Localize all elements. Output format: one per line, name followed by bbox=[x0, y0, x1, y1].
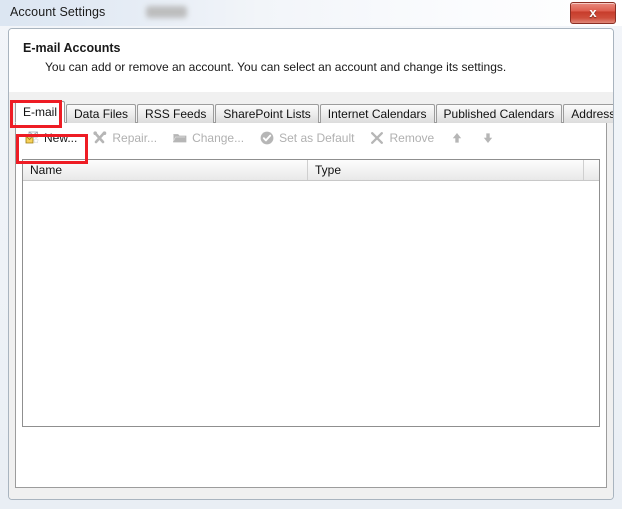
dialog-body: E-mail Data Files RSS Feeds SharePoint List… bbox=[9, 91, 613, 499]
tab-internet-calendars[interactable]: Internet Calendars bbox=[319, 104, 435, 123]
close-window-button[interactable]: x bbox=[570, 2, 616, 24]
toolbar-set-as-default-button: Set as Default bbox=[255, 126, 361, 150]
column-header-type[interactable]: Type bbox=[308, 160, 584, 180]
account-settings-window: Account Settings x E-mail Accounts You c… bbox=[0, 0, 622, 509]
tab-strip: E-mail Data Files RSS Feeds SharePoint List… bbox=[15, 101, 613, 123]
accounts-toolbar: New... Repair... Change... Set as Default Re… bbox=[16, 123, 606, 153]
dialog-header: E-mail Accounts You can add or remove an… bbox=[9, 29, 613, 91]
new-email-icon bbox=[24, 130, 40, 146]
column-header-spacer bbox=[584, 160, 599, 180]
dialog-footer: Close bbox=[9, 490, 613, 499]
accounts-table-header: Name Type bbox=[23, 160, 599, 181]
column-header-name[interactable]: Name bbox=[23, 160, 308, 180]
accounts-table-body[interactable] bbox=[23, 181, 599, 426]
toolbar-new-label: New... bbox=[44, 131, 78, 145]
tab-published-calendars[interactable]: Published Calendars bbox=[435, 104, 563, 123]
email-tab-panel: New... Repair... Change... Set as Default Re… bbox=[15, 122, 607, 488]
accounts-list-panel[interactable]: Name Type bbox=[22, 159, 600, 427]
move-down-arrow-icon bbox=[480, 130, 496, 146]
tab-e-mail[interactable]: E-mail bbox=[15, 101, 66, 123]
page-title: E-mail Accounts bbox=[23, 41, 121, 55]
toolbar-remove-label: Remove bbox=[389, 131, 435, 145]
toolbar-change-label: Change... bbox=[192, 131, 245, 145]
toolbar-set-as-default-label: Set as Default bbox=[279, 131, 355, 145]
toolbar-move-up-arrow-button bbox=[445, 126, 472, 150]
tab-address-books[interactable]: Address Books bbox=[563, 104, 613, 123]
window-title-bar: Account Settings x bbox=[0, 0, 622, 26]
repair-tools-icon bbox=[92, 130, 108, 146]
tab-sharepoint-lists[interactable]: SharePoint Lists bbox=[215, 104, 319, 123]
tab-data-files[interactable]: Data Files bbox=[66, 104, 137, 123]
remove-x-icon bbox=[369, 130, 385, 146]
toolbar-move-down-arrow-button bbox=[476, 126, 503, 150]
tab-rss-feeds[interactable]: RSS Feeds bbox=[137, 104, 215, 123]
account-settings-dialog: E-mail Accounts You can add or remove an… bbox=[8, 28, 614, 500]
toolbar-repair-button: Repair... bbox=[88, 126, 164, 150]
move-up-arrow-icon bbox=[449, 130, 465, 146]
change-folder-icon bbox=[172, 130, 188, 146]
window-title: Account Settings bbox=[10, 5, 106, 19]
redacted-title-suffix bbox=[146, 6, 187, 18]
toolbar-new-button[interactable]: New... bbox=[20, 126, 84, 150]
toolbar-change-button: Change... bbox=[168, 126, 251, 150]
toolbar-remove-button: Remove bbox=[365, 126, 441, 150]
page-subtitle: You can add or remove an account. You ca… bbox=[45, 60, 507, 74]
toolbar-repair-label: Repair... bbox=[112, 131, 158, 145]
close-icon: x bbox=[589, 5, 597, 20]
check-circle-icon bbox=[259, 130, 275, 146]
